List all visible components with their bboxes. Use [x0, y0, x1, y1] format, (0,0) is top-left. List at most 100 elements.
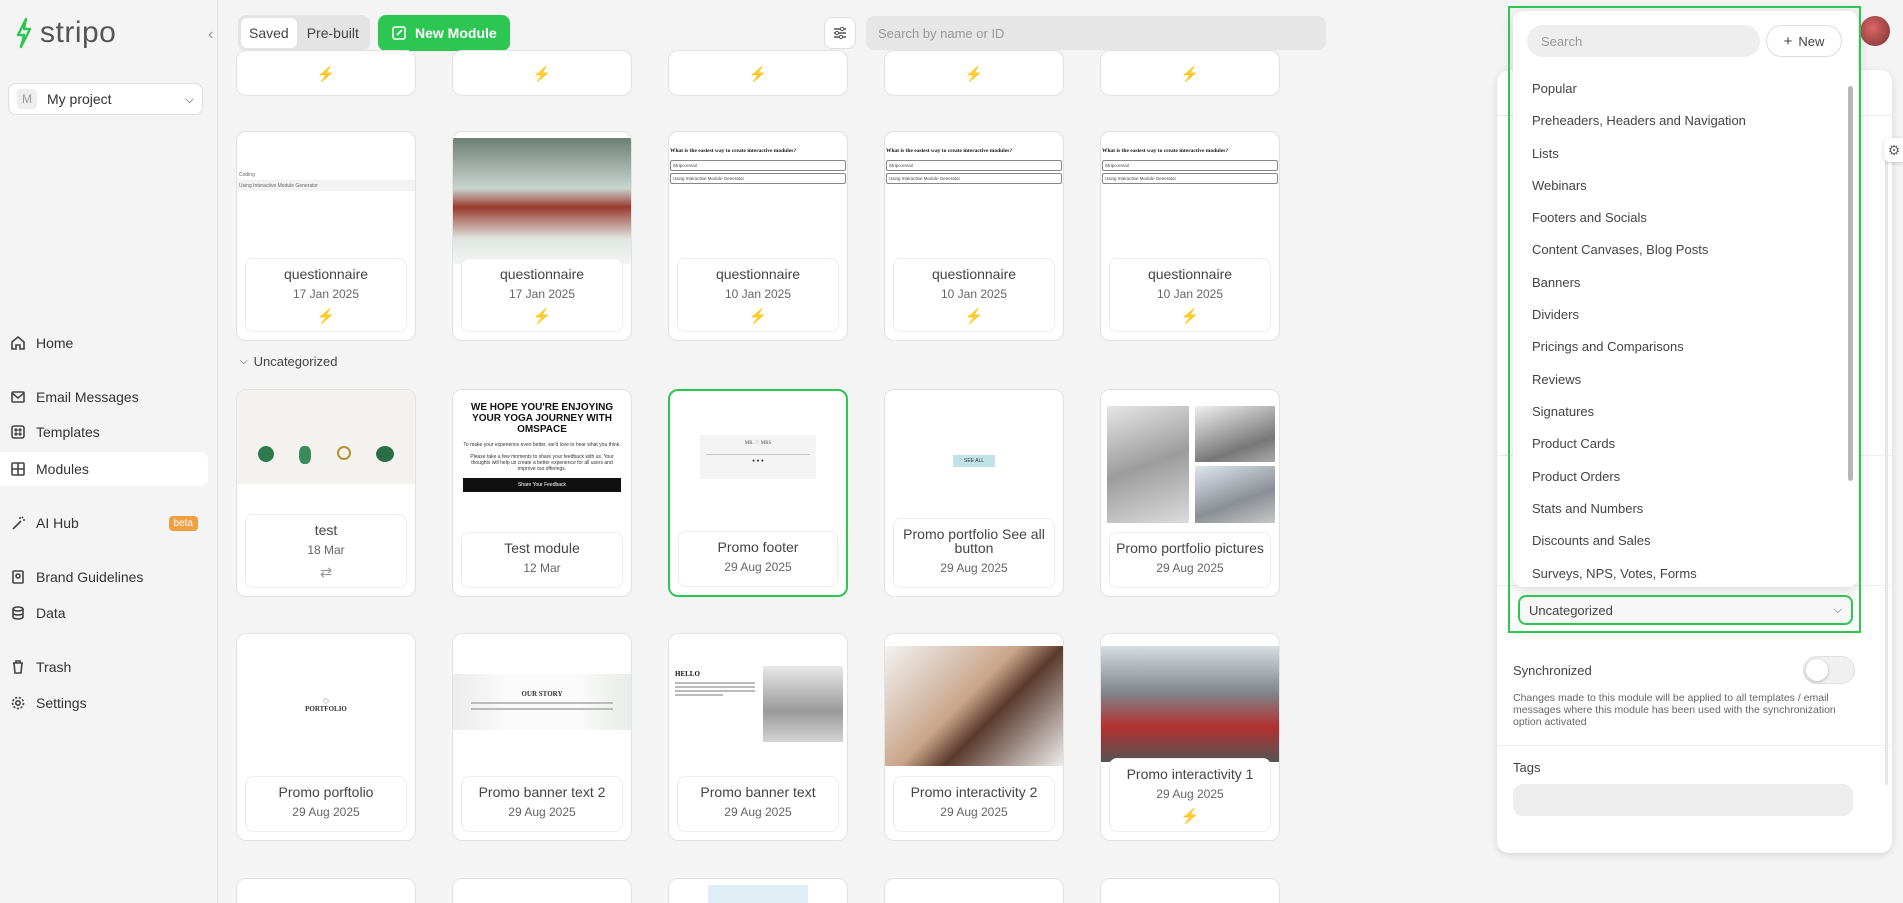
preview-photo [763, 666, 843, 742]
module-card[interactable] [668, 878, 848, 903]
module-info: Promo porftolio 29 Aug 2025 [245, 776, 407, 832]
bolt-icon: ⚡ [532, 66, 552, 83]
preview-option: Using Interactive Module Generator [670, 173, 846, 184]
module-preview [237, 390, 415, 484]
gear-icon[interactable]: ⚙ [1884, 138, 1903, 162]
category-option[interactable]: Discounts and Sales [1532, 533, 1651, 548]
bolt-icon: ⚡ [1180, 308, 1200, 325]
module-card[interactable] [452, 878, 632, 903]
module-preview: HELLO [675, 670, 755, 696]
collapse-sidebar-icon[interactable]: ‹ [208, 26, 213, 44]
module-preview: OUR STORY [453, 674, 631, 730]
module-card[interactable]: SEE ALL Promo portfolio See all button 2… [884, 389, 1064, 597]
stripo-logo-icon [16, 17, 32, 49]
category-option[interactable]: Product Orders [1532, 469, 1620, 484]
category-search-input[interactable]: Search [1527, 25, 1760, 57]
preview-option: Stripo.email [670, 160, 846, 171]
nav-trash[interactable]: Trash [0, 650, 208, 684]
module-card[interactable]: OUR STORY Promo banner text 2 29 Aug 202… [452, 633, 632, 841]
module-info: Promo interactivity 1 29 Aug 2025 ⚡ [1109, 758, 1271, 832]
avatar[interactable] [1860, 16, 1890, 46]
project-initial: M [17, 89, 37, 109]
synchronized-label: Synchronized [1513, 663, 1592, 678]
nav-modules[interactable]: Modules [0, 452, 208, 486]
project-selector[interactable]: M My project ⌵ [8, 83, 203, 115]
module-name: Promo banner text 2 [478, 784, 606, 800]
module-preview-image [453, 138, 631, 264]
edit-icon [392, 26, 406, 40]
preview-photo [885, 646, 1063, 766]
new-category-button[interactable]: + New [1766, 25, 1842, 57]
category-option[interactable]: Preheaders, Headers and Navigation [1532, 113, 1746, 128]
module-card[interactable]: What is the easiest way to create intera… [884, 131, 1064, 341]
module-card[interactable]: What is the easiest way to create intera… [668, 131, 848, 341]
module-card[interactable]: WE HOPE YOU'RE ENJOYING YOUR YOGA JOURNE… [452, 389, 632, 597]
module-card[interactable]: Promo interactivity 2 29 Aug 2025 [884, 633, 1064, 841]
category-option[interactable]: Footers and Socials [1532, 210, 1647, 225]
module-card[interactable]: ⚡ [668, 50, 848, 96]
module-card[interactable]: questionnaire 17 Jan 2025 ⚡ [452, 131, 632, 341]
search-input[interactable]: Search by name or ID [866, 16, 1326, 50]
module-info: Promo interactivity 2 29 Aug 2025 [893, 776, 1055, 832]
nav-settings[interactable]: Settings [0, 686, 208, 720]
module-source-toggle: Saved Pre-built [238, 15, 370, 51]
module-card[interactable]: Promo portfolio pictures 29 Aug 2025 [1100, 389, 1280, 597]
panel-scrollbar[interactable] [1885, 145, 1888, 785]
category-option[interactable]: Pricings and Comparisons [1532, 339, 1684, 354]
dropdown-scrollbar[interactable] [1848, 86, 1853, 481]
tags-input[interactable] [1513, 784, 1853, 816]
nav-brand-guidelines[interactable]: Brand Guidelines [0, 560, 208, 594]
module-card[interactable]: HELLO Promo banner text 29 Aug 2025 [668, 633, 848, 841]
nav-templates[interactable]: Templates [0, 415, 208, 449]
category-option[interactable]: Product Cards [1532, 436, 1615, 451]
module-card-selected[interactable]: MR. ♡ MRS ● ● ● Promo footer 29 Aug 2025 [668, 389, 848, 597]
category-option[interactable]: Reviews [1532, 372, 1581, 387]
module-date: 29 Aug 2025 [1156, 561, 1224, 575]
home-icon [11, 335, 25, 350]
synchronized-toggle[interactable] [1803, 656, 1855, 684]
module-card[interactable] [1100, 878, 1280, 903]
module-card[interactable] [236, 878, 416, 903]
tab-saved[interactable]: Saved [241, 18, 297, 48]
module-info: questionnaire 10 Jan 2025 ⚡ [677, 258, 839, 332]
category-option[interactable]: Stats and Numbers [1532, 501, 1643, 516]
nav-label: Templates [36, 424, 100, 440]
section-header-uncategorized[interactable]: ⌵ Uncategorized [240, 354, 337, 369]
plus-icon: + [1783, 32, 1793, 50]
module-name: Promo porftolio [278, 784, 374, 800]
preview-block [708, 885, 808, 903]
module-card[interactable]: Promo interactivity 1 29 Aug 2025 ⚡ [1100, 633, 1280, 841]
preview-title: WE HOPE YOU'RE ENJOYING YOUR YOGA JOURNE… [470, 402, 614, 435]
category-option[interactable]: Surveys, NPS, Votes, Forms [1532, 566, 1697, 581]
gear-icon [11, 696, 25, 710]
module-preview: WE HOPE YOU'RE ENJOYING YOUR YOGA JOURNE… [453, 390, 631, 492]
module-card[interactable]: test 18 Mar ⇄ [236, 389, 416, 597]
module-card[interactable]: ⚡ [884, 50, 1064, 96]
nav-data[interactable]: Data [0, 596, 208, 630]
module-date: 10 Jan 2025 [940, 287, 1008, 301]
module-card[interactable]: ⚡ [452, 50, 632, 96]
filter-button[interactable] [824, 17, 856, 49]
module-card[interactable]: Coding Using Interactive Module Generato… [236, 131, 416, 341]
module-card[interactable]: What is the easiest way to create intera… [1100, 131, 1280, 341]
nav-home[interactable]: Home [0, 326, 208, 360]
stripo-logo[interactable]: stripo [14, 16, 116, 50]
module-card[interactable]: ◇ PORTFOLIO Promo porftolio 29 Aug 2025 [236, 633, 416, 841]
category-option[interactable]: Popular [1532, 81, 1577, 96]
module-name: questionnaire [283, 266, 369, 282]
category-option[interactable]: Lists [1532, 146, 1559, 161]
nav-ai-hub[interactable]: AI Hub beta [0, 506, 208, 540]
category-option[interactable]: Webinars [1532, 178, 1587, 193]
category-select[interactable]: Uncategorized ⌵ [1518, 595, 1853, 625]
category-option[interactable]: Signatures [1532, 404, 1594, 419]
nav-email-messages[interactable]: Email Messages [0, 380, 208, 414]
preview-text: Please take a few moments to share your … [470, 454, 614, 472]
module-card[interactable]: ⚡ [1100, 50, 1280, 96]
tab-prebuilt[interactable]: Pre-built [299, 18, 367, 48]
new-module-button[interactable]: New Module [378, 15, 510, 51]
category-option[interactable]: Dividers [1532, 307, 1579, 322]
module-card[interactable] [884, 878, 1064, 903]
category-option[interactable]: Banners [1532, 275, 1580, 290]
module-card[interactable]: ⚡ [236, 50, 416, 96]
category-option[interactable]: Content Canvases, Blog Posts [1532, 242, 1708, 257]
